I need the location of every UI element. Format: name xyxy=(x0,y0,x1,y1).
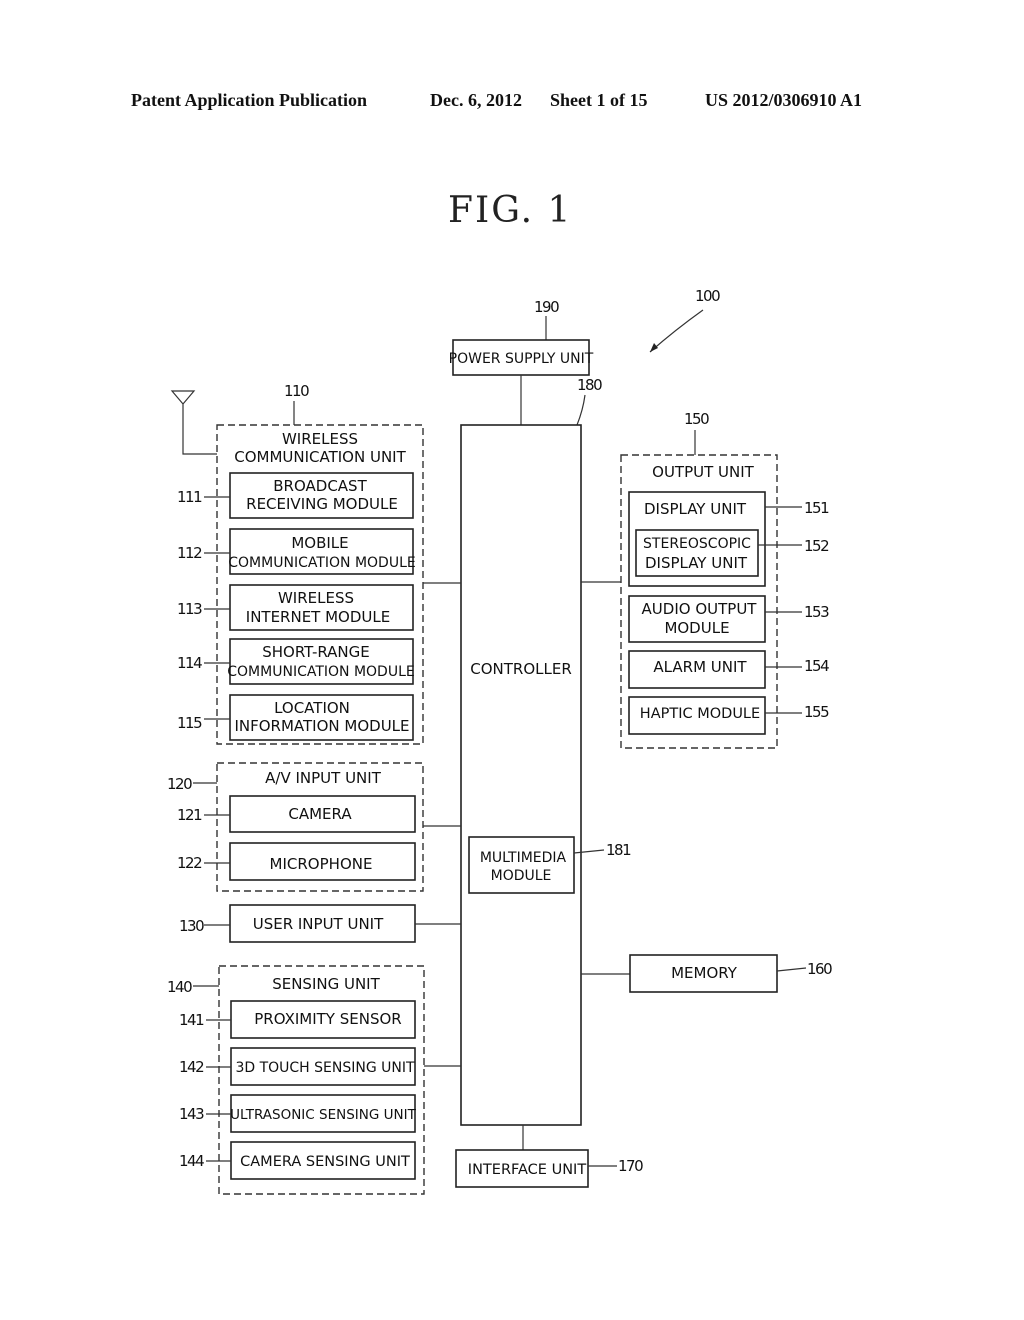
module-line1: MOBILE xyxy=(291,534,348,552)
sensing-unit-title: SENSING UNIT xyxy=(272,975,380,993)
av-module-121: CAMERA 121 xyxy=(177,795,416,833)
user-input-unit-label: USER INPUT UNIT xyxy=(253,915,384,933)
device-arrow xyxy=(649,309,704,353)
ref-121: 121 xyxy=(177,806,202,824)
ref-155: 155 xyxy=(804,703,829,721)
stereoscopic-line2: DISPLAY UNIT xyxy=(645,554,748,572)
module-line2: INTERNET MODULE xyxy=(246,608,390,626)
stereoscopic-line1: STEREOSCOPIC xyxy=(643,536,751,552)
wireless-module-115: LOCATION INFORMATION MODULE 115 xyxy=(177,694,414,741)
ref-160: 160 xyxy=(807,960,832,978)
module-line2: RECEIVING MODULE xyxy=(246,495,398,513)
ref-142: 142 xyxy=(179,1058,204,1076)
wireless-title-line1: WIRELESS xyxy=(282,430,358,448)
controller-label: CONTROLLER xyxy=(470,660,572,678)
output-haptic-module: HAPTIC MODULE 155 xyxy=(628,696,831,735)
ref-115: 115 xyxy=(177,714,202,732)
audio-line1: AUDIO OUTPUT xyxy=(642,600,758,618)
output-audio-module: AUDIO OUTPUT MODULE 153 xyxy=(628,595,831,643)
ref-122: 122 xyxy=(177,854,202,872)
module-line1: WIRELESS xyxy=(278,589,354,607)
sensing-module-143: ULTRASONIC SENSING UNIT 143 xyxy=(179,1094,417,1133)
interface-unit-label: INTERFACE UNIT xyxy=(468,1162,587,1178)
module-label: MICROPHONE xyxy=(270,855,373,873)
leader-181 xyxy=(573,849,605,854)
power-supply-unit-label: POWER SUPPLY UNIT xyxy=(449,351,594,367)
multimedia-line2: MODULE xyxy=(491,868,552,884)
audio-line2: MODULE xyxy=(664,619,729,637)
antenna-icon xyxy=(170,390,217,455)
module-line2: COMMUNICATION MODULE xyxy=(227,664,414,680)
module-label: ULTRASONIC SENSING UNIT xyxy=(230,1107,416,1123)
ref-170: 170 xyxy=(618,1157,643,1175)
leader-180 xyxy=(576,394,586,426)
wireless-module-111: BROADCAST RECEIVING MODULE 111 xyxy=(177,472,414,519)
block-diagram: 100 190 POWER SUPPLY UNIT 180 CONTROLLER… xyxy=(167,287,834,1195)
module-line1: BROADCAST xyxy=(273,477,367,495)
ref-120: 120 xyxy=(167,775,192,793)
memory-label: MEMORY xyxy=(671,964,738,982)
ref-111: 111 xyxy=(177,488,202,506)
av-input-title: A/V INPUT UNIT xyxy=(265,769,382,787)
ref-100: 100 xyxy=(695,287,720,305)
ref-154: 154 xyxy=(804,657,829,675)
module-label: PROXIMITY SENSOR xyxy=(254,1010,401,1028)
wireless-module-113: WIRELESS INTERNET MODULE 113 xyxy=(177,584,414,631)
ref-190: 190 xyxy=(534,298,559,316)
av-module-122: MICROPHONE 122 xyxy=(177,842,416,881)
module-line2: INFORMATION MODULE xyxy=(234,717,409,735)
wireless-module-114: SHORT-RANGE COMMUNICATION MODULE 114 xyxy=(177,638,415,685)
ref-181: 181 xyxy=(606,841,631,859)
multimedia-line1: MULTIMEDIA xyxy=(480,850,567,866)
ref-143: 143 xyxy=(179,1105,204,1123)
sensing-module-141: PROXIMITY SENSOR 141 xyxy=(179,1000,416,1039)
module-line2: COMMUNICATION MODULE xyxy=(228,555,415,571)
ref-114: 114 xyxy=(177,654,202,672)
output-unit-title: OUTPUT UNIT xyxy=(652,463,755,481)
ref-112: 112 xyxy=(177,544,202,562)
ref-130: 130 xyxy=(179,917,204,935)
controller-box xyxy=(460,424,582,1126)
module-label: CAMERA xyxy=(288,805,352,823)
module-line1: LOCATION xyxy=(274,699,350,717)
sensing-module-144: CAMERA SENSING UNIT 144 xyxy=(179,1141,416,1180)
ref-153: 153 xyxy=(804,603,829,621)
ref-144: 144 xyxy=(179,1152,204,1170)
wireless-module-112: MOBILE COMMUNICATION MODULE 112 xyxy=(177,528,416,575)
ref-140: 140 xyxy=(167,978,192,996)
output-alarm-unit: ALARM UNIT 154 xyxy=(628,650,831,689)
ref-110: 110 xyxy=(284,382,309,400)
ref-152: 152 xyxy=(804,537,829,555)
output-display-unit: DISPLAY UNIT 151 STEREOSCOPIC DISPLAY UN… xyxy=(628,491,831,587)
ref-180: 180 xyxy=(577,376,602,394)
alarm-unit-label: ALARM UNIT xyxy=(653,658,747,676)
module-label: 3D TOUCH SENSING UNIT xyxy=(235,1060,415,1076)
ref-141: 141 xyxy=(179,1011,204,1029)
sensing-module-142: 3D TOUCH SENSING UNIT 142 xyxy=(179,1047,416,1086)
ref-150: 150 xyxy=(684,410,709,428)
module-line1: SHORT-RANGE xyxy=(262,643,370,661)
arrow-head-icon xyxy=(650,343,658,352)
module-label: CAMERA SENSING UNIT xyxy=(240,1154,410,1170)
wireless-title-line2: COMMUNICATION UNIT xyxy=(234,448,406,466)
display-unit-label: DISPLAY UNIT xyxy=(644,500,747,518)
leader-160 xyxy=(776,967,807,972)
haptic-module-label: HAPTIC MODULE xyxy=(640,706,760,722)
ref-151: 151 xyxy=(804,499,829,517)
ref-113: 113 xyxy=(177,600,202,618)
